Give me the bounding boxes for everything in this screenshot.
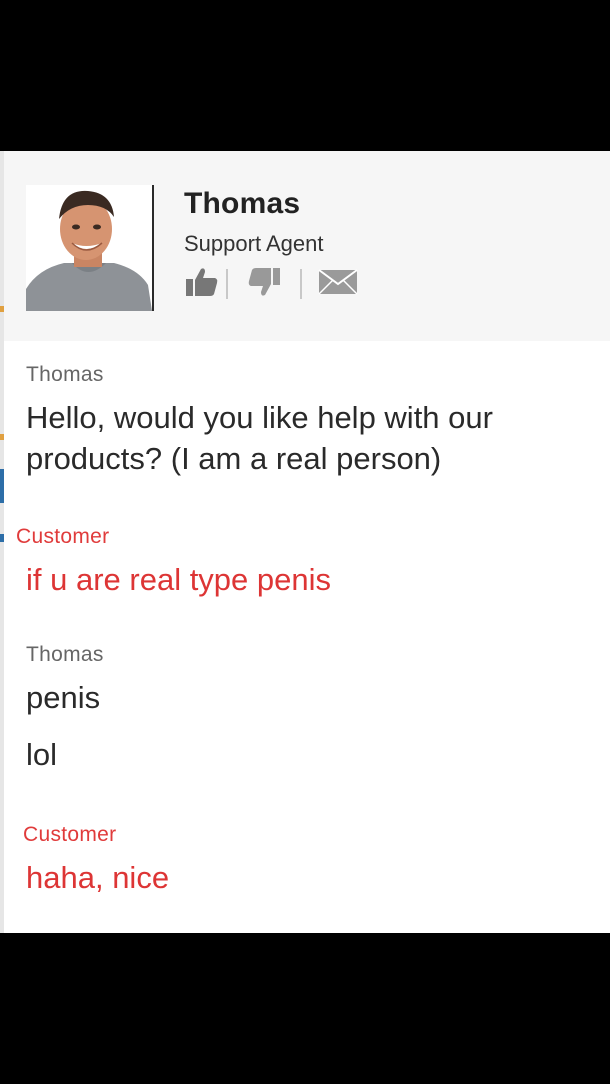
message-customer: Customer haha, nice [23, 823, 593, 898]
message-customer: Customer if u are real type penis [16, 525, 586, 600]
thumbs-down-icon [247, 267, 281, 302]
thumbs-up-button[interactable] [182, 267, 222, 301]
thumbs-down-button[interactable] [244, 267, 284, 301]
agent-actions [182, 267, 358, 301]
thumbs-up-icon [185, 267, 219, 302]
message-sender: Customer [23, 823, 117, 846]
message-text: Hello, would you like help with our prod… [26, 400, 493, 476]
screen: Thomas Support Agent Thomas Hello, would… [0, 0, 610, 1084]
message-agent: Thomas penis lol [26, 643, 596, 775]
agent-name: Thomas [184, 187, 301, 220]
message-text: penis [26, 680, 101, 715]
avatar [26, 185, 154, 311]
edge-marker [0, 434, 4, 440]
chat-panel: Thomas Support Agent Thomas Hello, would… [0, 151, 610, 933]
message-agent: Thomas Hello, would you like help with o… [26, 363, 596, 479]
edge-marker [0, 469, 4, 503]
envelope-icon [318, 268, 358, 301]
message-sender: Thomas [26, 363, 104, 386]
message-sender: Customer [16, 525, 110, 548]
agent-header: Thomas Support Agent [4, 151, 610, 341]
message-text: lol [26, 737, 58, 772]
separator [226, 269, 228, 299]
email-button[interactable] [318, 267, 358, 301]
edge-marker [0, 534, 4, 542]
separator [300, 269, 302, 299]
message-sender: Thomas [26, 643, 104, 666]
message-text: haha, nice [26, 860, 170, 895]
message-text: if u are real type penis [26, 562, 332, 597]
agent-role: Support Agent [184, 231, 324, 256]
